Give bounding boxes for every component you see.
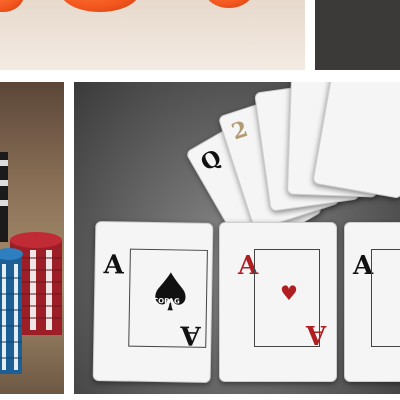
- orange-shape: [0, 0, 24, 12]
- card-brand: COPAG: [152, 297, 180, 306]
- ace-card-partial: A: [344, 222, 400, 382]
- orange-shape: [205, 0, 253, 8]
- poker-chips-photo[interactable]: [0, 82, 64, 394]
- card-center-frame: [371, 249, 400, 347]
- heart-icon: ♥: [280, 281, 298, 305]
- spade-icon: ♠: [146, 262, 195, 324]
- poker-chips-illustration: [0, 152, 62, 374]
- card-rank-ace: A: [103, 250, 125, 281]
- playing-cards-photo[interactable]: Q 2 A A ♠ COPAG A A ♥ A: [74, 82, 400, 394]
- orange-shape: [60, 0, 140, 12]
- ace-of-spades-card: A A ♠ COPAG: [92, 220, 214, 384]
- card-rank-two: 2: [228, 115, 251, 146]
- card-rank-queen: Q: [196, 144, 226, 177]
- ace-of-hearts-card: A A ♥: [219, 222, 337, 382]
- orange-objects-photo[interactable]: [0, 0, 305, 70]
- dark-photo[interactable]: [315, 0, 400, 70]
